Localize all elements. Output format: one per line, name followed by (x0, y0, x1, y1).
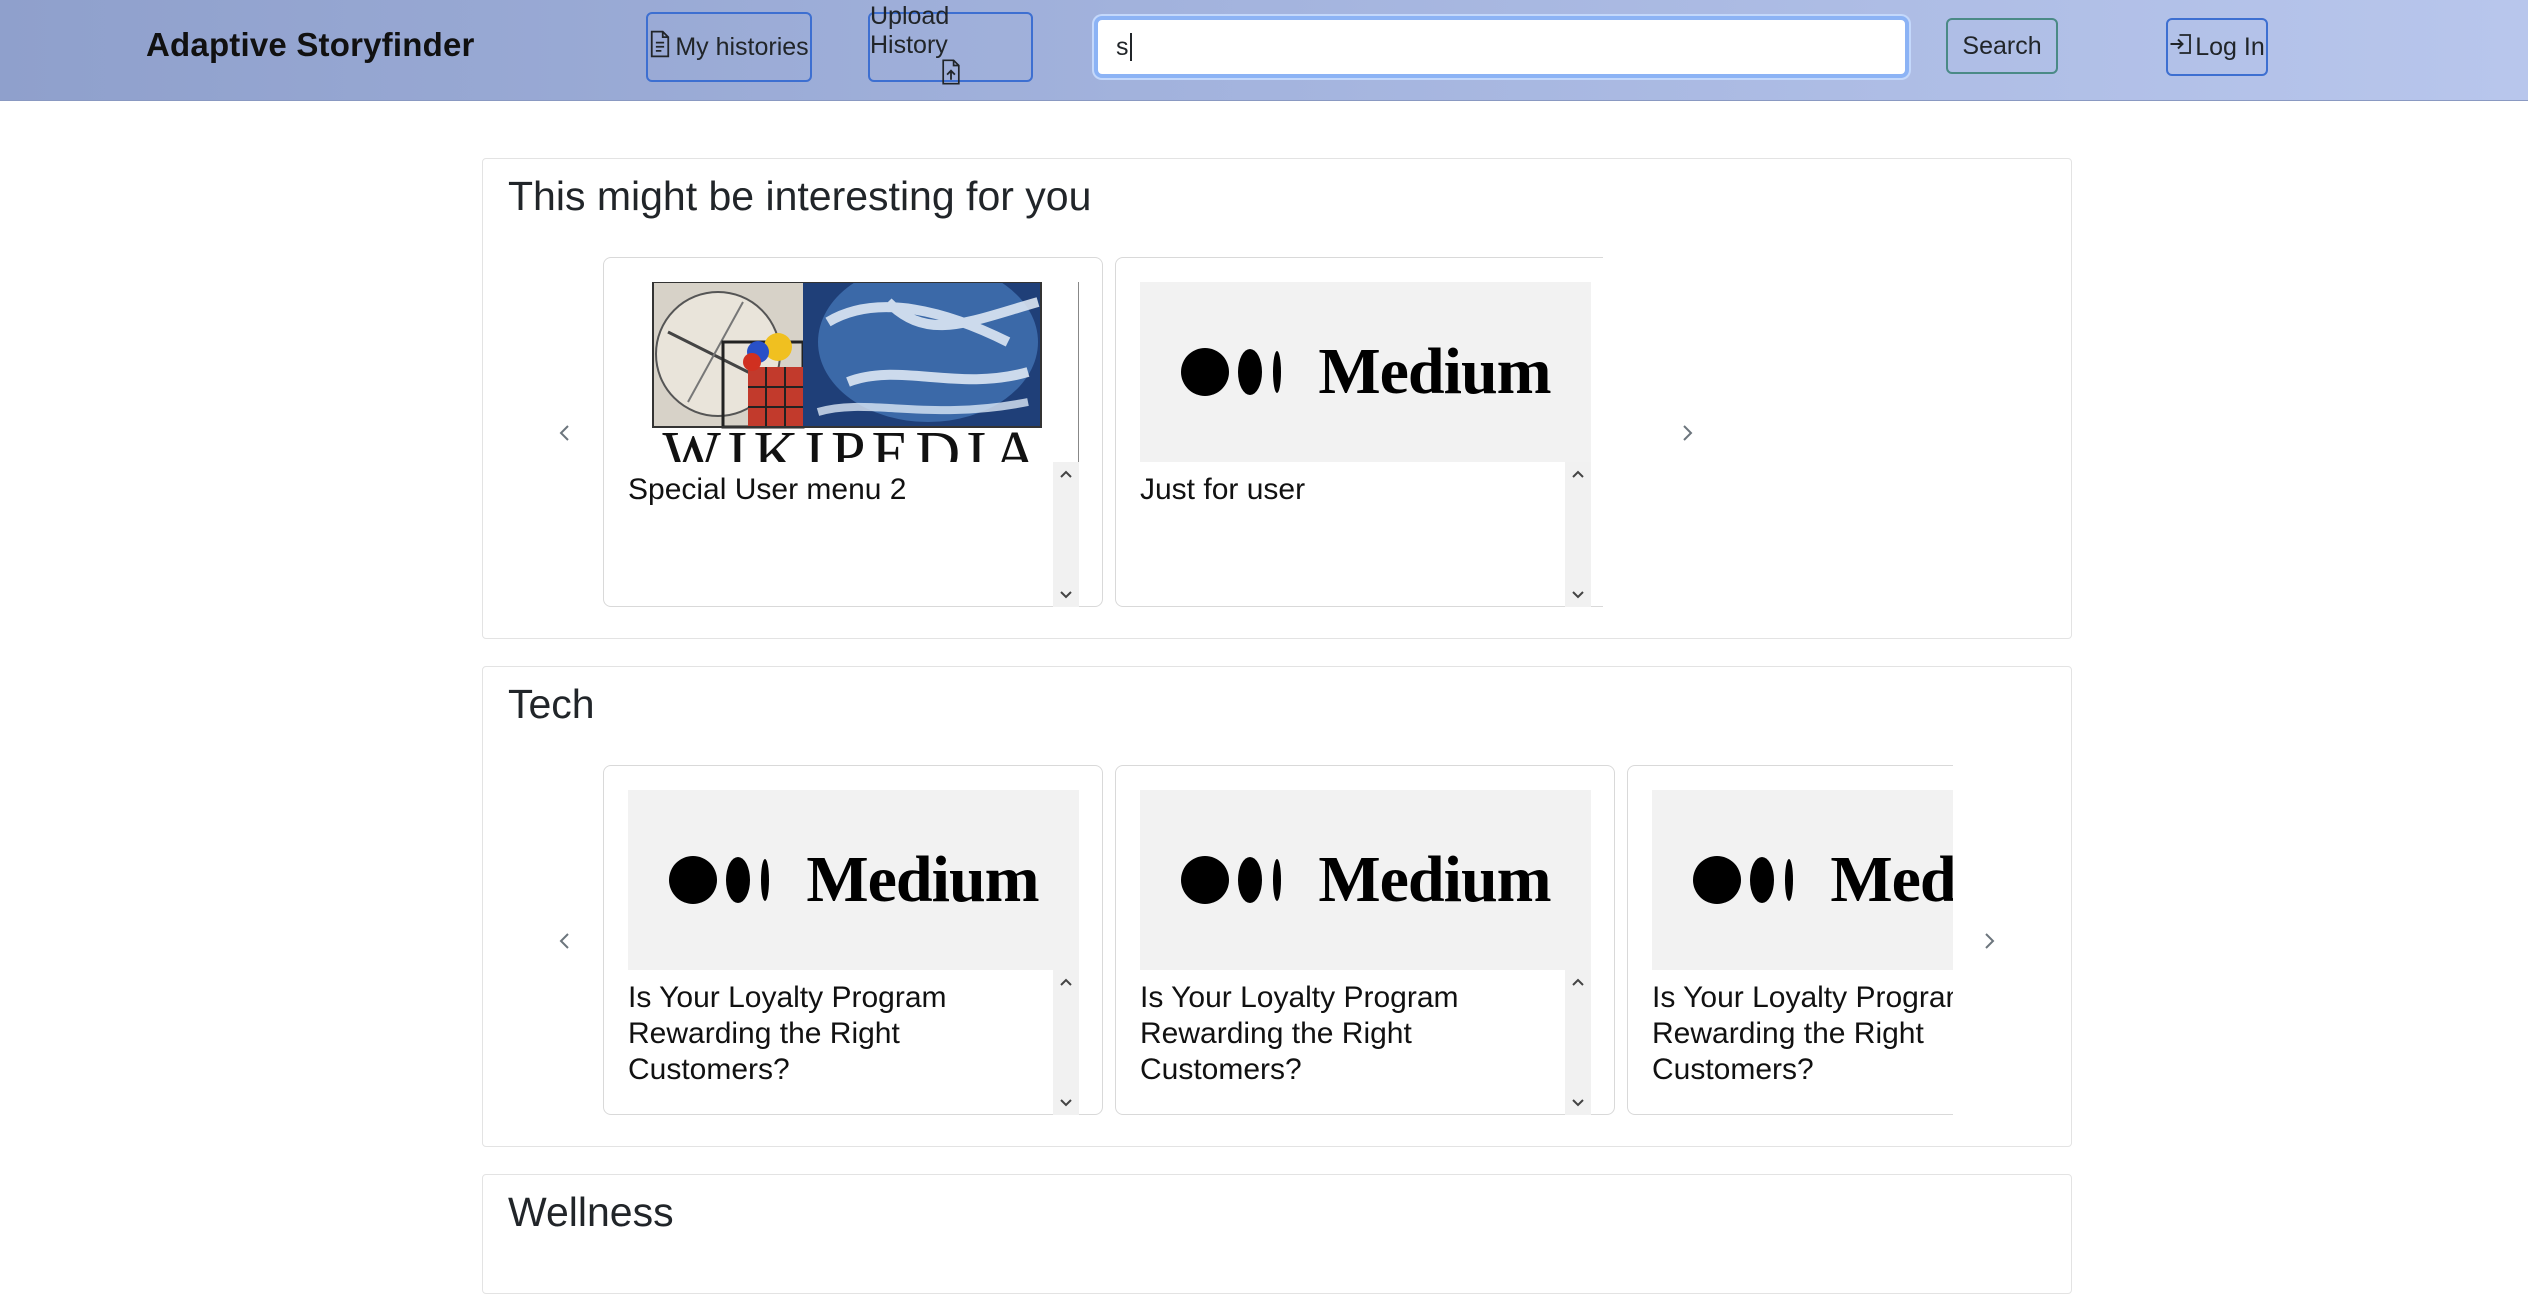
search-input[interactable]: s (1094, 16, 1909, 78)
medium-wordmark: Medium (1318, 335, 1551, 408)
medium-logo-image: Medium (1140, 282, 1591, 462)
card-body: Is Your Loyalty Program Rewarding the Ri… (1140, 970, 1591, 1115)
story-card[interactable]: Medium Is Your Loyalty Program Rewarding… (1627, 765, 1953, 1115)
search-button[interactable]: Search (1946, 18, 2058, 74)
card-title: Just for user (1140, 473, 1306, 506)
login-button[interactable]: Log In (2166, 18, 2268, 76)
section-title: Tech (508, 681, 595, 727)
file-text-icon (649, 30, 671, 65)
card-title: Special User menu 2 (628, 473, 907, 506)
medium-dots-logo (669, 856, 770, 904)
card-title: Is Your Loyalty Program Rewarding the Ri… (1140, 981, 1459, 1086)
card-title: Is Your Loyalty Program Rewarding the Ri… (628, 981, 947, 1086)
carousel-track: Medium Is Your Loyalty Program Rewarding… (603, 765, 1953, 1117)
upload-history-button[interactable]: Upload History (868, 2, 1033, 85)
upload-history-label: Upload History (870, 1, 950, 59)
card-scrollbar[interactable] (1565, 462, 1591, 607)
story-card[interactable]: WIKIPEDIA Special User menu 2 (603, 257, 1103, 607)
medium-wordmark: Medium (1830, 843, 1953, 916)
carousel-track: WIKIPEDIA Special User menu 2 Medium Jus… (603, 257, 1603, 609)
chevron-left-icon (559, 933, 569, 949)
section-wellness: Wellness (482, 1174, 2072, 1294)
section-title: This might be interesting for you (508, 173, 1092, 219)
scroll-up-icon[interactable] (1570, 466, 1586, 482)
section-tech: Tech Medium Is Your Loyalty Program Rewa… (482, 666, 2072, 1147)
medium-logo-image: Medium (1140, 790, 1591, 970)
wikipedia-logo-image: WIKIPEDIA (628, 282, 1079, 462)
medium-logo-image: Medium (1652, 790, 1953, 970)
section-recommended: This might be interesting for you WIKIPE… (482, 158, 2072, 639)
scroll-up-icon[interactable] (1058, 974, 1074, 990)
section-title: Wellness (508, 1189, 674, 1235)
scroll-down-icon[interactable] (1570, 587, 1586, 603)
medium-logo-image: Medium (628, 790, 1079, 970)
scroll-up-icon[interactable] (1570, 974, 1586, 990)
my-histories-label: My histories (675, 32, 809, 61)
carousel-prev-button[interactable] (545, 921, 585, 961)
carousel-next-button[interactable] (1667, 413, 1707, 453)
search-input-value: s (1116, 32, 1129, 61)
carousel-next-button[interactable] (1969, 921, 2009, 961)
medium-dots-logo (1181, 856, 1282, 904)
chevron-right-icon (1683, 425, 1693, 441)
navbar: Adaptive Storyfinder My histories Upload… (0, 0, 2528, 101)
card-scrollbar[interactable] (1053, 462, 1079, 607)
my-histories-button[interactable]: My histories (646, 12, 812, 82)
card-body: Just for user (1140, 462, 1591, 607)
wikipedia-wordmark: WIKIPEDIA (662, 420, 1043, 462)
card-body: Is Your Loyalty Program Rewarding the Ri… (628, 970, 1079, 1115)
text-caret (1129, 33, 1132, 61)
card-title: Is Your Loyalty Program Rewarding the Ri… (1652, 981, 1953, 1086)
chevron-left-icon (559, 425, 569, 441)
story-card[interactable]: Medium Is Your Loyalty Program Rewarding… (1115, 765, 1615, 1115)
scroll-down-icon[interactable] (1058, 1095, 1074, 1111)
card-scrollbar[interactable] (1053, 970, 1079, 1115)
card-scrollbar[interactable] (1565, 970, 1591, 1115)
medium-dots-logo (1181, 348, 1282, 396)
brand-title[interactable]: Adaptive Storyfinder (146, 26, 475, 64)
scroll-down-icon[interactable] (1058, 587, 1074, 603)
card-body: Is Your Loyalty Program Rewarding the Ri… (1652, 970, 1953, 1115)
scroll-up-icon[interactable] (1058, 466, 1074, 482)
chevron-right-icon (1985, 933, 1995, 949)
card-body: Special User menu 2 (628, 462, 1079, 607)
medium-wordmark: Medium (806, 843, 1039, 916)
scroll-down-icon[interactable] (1570, 1095, 1586, 1111)
login-icon (2169, 32, 2193, 63)
medium-wordmark: Medium (1318, 843, 1551, 916)
story-card[interactable]: Medium Just for user (1115, 257, 1603, 607)
carousel-prev-button[interactable] (545, 413, 585, 453)
medium-dots-logo (1693, 856, 1794, 904)
file-upload-icon (940, 59, 962, 92)
story-card[interactable]: Medium Is Your Loyalty Program Rewarding… (603, 765, 1103, 1115)
login-label: Log In (2195, 32, 2265, 61)
